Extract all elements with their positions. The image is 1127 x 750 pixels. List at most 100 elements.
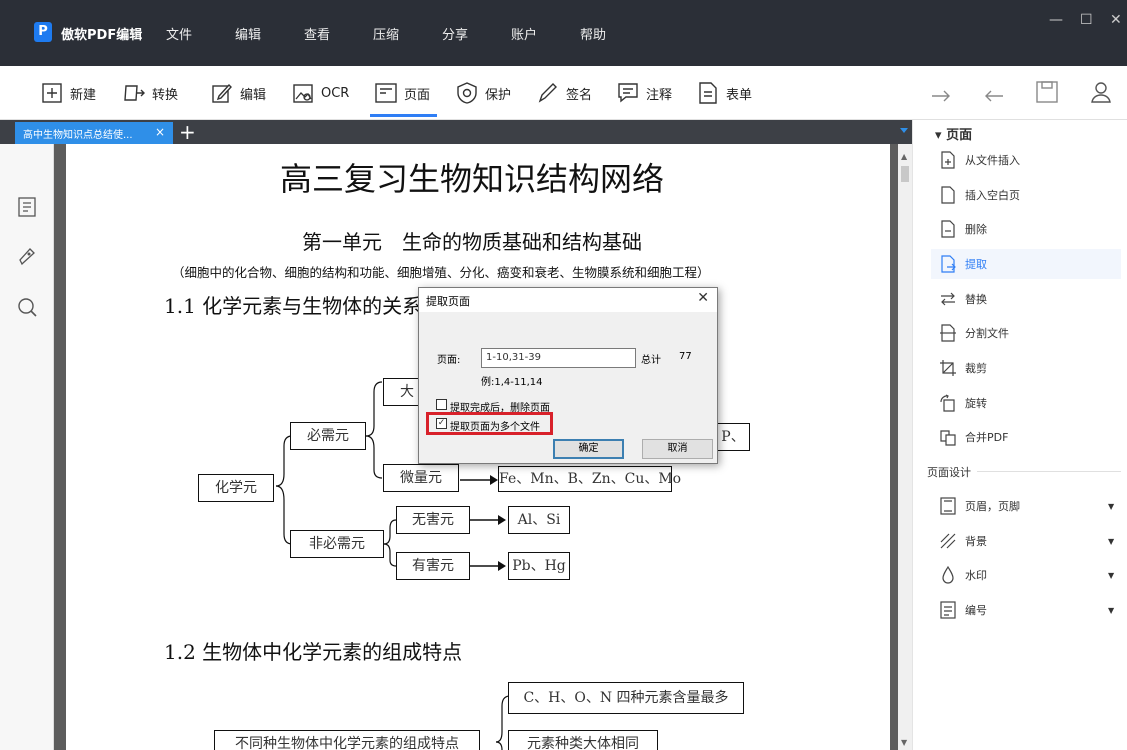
node-macro-list-partial: P、 (716, 423, 750, 451)
shield-icon (457, 82, 477, 104)
replace-page-item[interactable]: 替换 (939, 289, 987, 309)
redo-icon[interactable] (929, 80, 953, 104)
scroll-down-icon[interactable]: ▼ (901, 738, 907, 747)
delete-page-icon (941, 220, 955, 238)
document-tab-label: 高中生物知识点总结使... (23, 130, 133, 141)
numbering-icon (940, 601, 956, 619)
tool-ocr-button[interactable]: OCR (291, 80, 349, 106)
dialog-close-icon[interactable]: ✕ (697, 290, 709, 306)
app-logo-icon: P (34, 22, 52, 42)
node-harmless-element: 无害元 (396, 506, 470, 534)
node-chemical-element: 化学元 (198, 474, 274, 502)
extract-multiple-files-checkbox[interactable]: ✓ (436, 418, 447, 429)
rotate-item[interactable]: 旋转 (939, 393, 987, 413)
scrollbar-thumb[interactable] (901, 166, 909, 182)
merge-pdf-item[interactable]: 合并PDF (939, 427, 1008, 447)
background-item[interactable]: 背景 (939, 531, 987, 551)
document-tab-strip: 高中生物知识点总结使... × + (0, 120, 912, 144)
chevron-down-icon[interactable]: ▼ (1108, 606, 1114, 615)
tool-protect-button[interactable]: 保护 (455, 80, 511, 106)
close-window-button[interactable]: ✕ (1110, 12, 1122, 28)
active-tool-indicator (370, 114, 437, 117)
menu-share[interactable]: 分享 (442, 24, 468, 43)
menu-file[interactable]: 文件 (166, 24, 192, 43)
user-icon[interactable] (1089, 80, 1113, 104)
menu-account[interactable]: 账户 (511, 24, 537, 43)
left-side-panel (0, 144, 54, 750)
undo-icon[interactable] (982, 80, 1006, 104)
page-range-example: 例:1,4-11,14 (481, 377, 543, 388)
tool-page-label: 页面 (404, 87, 431, 103)
insert-blank-page-item[interactable]: 插入空白页 (939, 185, 1020, 205)
watermark-icon (942, 566, 954, 584)
node-micro-element: 微量元 (383, 464, 459, 492)
total-label: 总计 (641, 355, 661, 366)
document-tab[interactable]: 高中生物知识点总结使... × (15, 122, 173, 144)
page-range-input[interactable]: 1-10,31-39 (481, 348, 636, 368)
extract-page-item[interactable]: 提取 (939, 254, 987, 274)
node-diff-composition: 不同种生物体中化学元素的组成特点 (214, 730, 480, 750)
thumbnail-icon[interactable] (16, 196, 38, 218)
bookmark-icon[interactable] (16, 246, 38, 268)
page-range-label: 页面: (437, 355, 461, 366)
tool-new-button[interactable]: 新建 (40, 80, 96, 106)
scroll-up-icon[interactable]: ▲ (901, 152, 907, 161)
page-design-heading: 页面设计 (927, 466, 971, 479)
chevron-down-icon[interactable]: ▼ (1108, 571, 1114, 580)
add-tab-button[interactable]: + (179, 120, 196, 144)
node-harmless-list: Al、Si (508, 506, 570, 534)
search-icon[interactable] (16, 296, 38, 318)
split-file-item[interactable]: 分割文件 (939, 323, 1009, 343)
menu-help[interactable]: 帮助 (580, 24, 606, 43)
background-icon (940, 533, 956, 549)
tool-protect-label: 保护 (485, 87, 512, 103)
header-footer-item[interactable]: 页眉，页脚 (939, 496, 1020, 516)
crop-item[interactable]: 裁剪 (939, 358, 987, 378)
delete-page-item[interactable]: 删除 (939, 219, 987, 239)
menu-view[interactable]: 查看 (304, 24, 330, 43)
page-section-heading[interactable]: ▾ 页面 (935, 124, 972, 143)
chevron-down-icon[interactable]: ▼ (1108, 537, 1114, 546)
node-essential-element: 必需元 (290, 422, 366, 450)
doc-section-1-2: 1.2 生物体中化学元素的组成特点 (164, 640, 463, 664)
tab-dropdown-icon[interactable] (900, 128, 908, 133)
menu-compress[interactable]: 压缩 (373, 24, 399, 43)
crop-icon (940, 360, 956, 376)
tool-new-label: 新建 (70, 87, 97, 103)
tool-annotate-label: 注释 (646, 87, 673, 103)
title-bar: P 傲软PDF编辑 文件 编辑 查看 压缩 分享 账户 帮助 — ☐ ✕ (0, 0, 1127, 66)
node-harmful-element: 有害元 (396, 552, 470, 580)
tool-convert-button[interactable]: 转换 (122, 80, 178, 106)
numbering-item[interactable]: 编号 (939, 600, 987, 620)
menu-edit[interactable]: 编辑 (235, 24, 261, 43)
ok-button[interactable]: 确定 (553, 439, 624, 459)
app-title: 傲软PDF编辑 (61, 28, 143, 43)
tool-form-button[interactable]: 表单 (696, 80, 752, 106)
minimize-button[interactable]: — (1049, 12, 1063, 28)
tool-form-label: 表单 (726, 87, 753, 103)
save-icon[interactable] (1035, 80, 1059, 104)
replace-icon (941, 292, 955, 306)
maximize-button[interactable]: ☐ (1080, 12, 1093, 28)
page-icon (375, 83, 397, 103)
delete-after-extract-checkbox[interactable] (436, 399, 447, 410)
file-insert-icon (941, 151, 955, 169)
chevron-down-icon[interactable]: ▼ (1108, 502, 1114, 511)
tool-page-button[interactable]: 页面 (374, 80, 430, 106)
watermark-item[interactable]: 水印 (939, 565, 987, 585)
tool-sign-label: 签名 (566, 87, 593, 103)
right-tools-panel: ▾ 页面 从文件插入 插入空白页 删除 提取 替换 分割文件 裁剪 旋转 合并P… (912, 120, 1127, 750)
merge-icon (940, 430, 956, 446)
tool-annotate-button[interactable]: 注释 (616, 80, 672, 106)
insert-from-file-item[interactable]: 从文件插入 (939, 150, 1020, 170)
tool-edit-button[interactable]: 编辑 (210, 80, 266, 106)
vertical-scrollbar[interactable]: ▲ ▼ (898, 144, 912, 750)
tool-edit-label: 编辑 (240, 87, 267, 103)
convert-icon (124, 85, 145, 101)
ocr-icon (293, 84, 313, 103)
cancel-button[interactable]: 取消 (642, 439, 713, 459)
dialog-title: 提取页面 ✕ (419, 288, 717, 312)
edit-icon (212, 83, 232, 103)
close-tab-icon[interactable]: × (155, 125, 165, 139)
tool-sign-button[interactable]: 签名 (536, 80, 592, 106)
